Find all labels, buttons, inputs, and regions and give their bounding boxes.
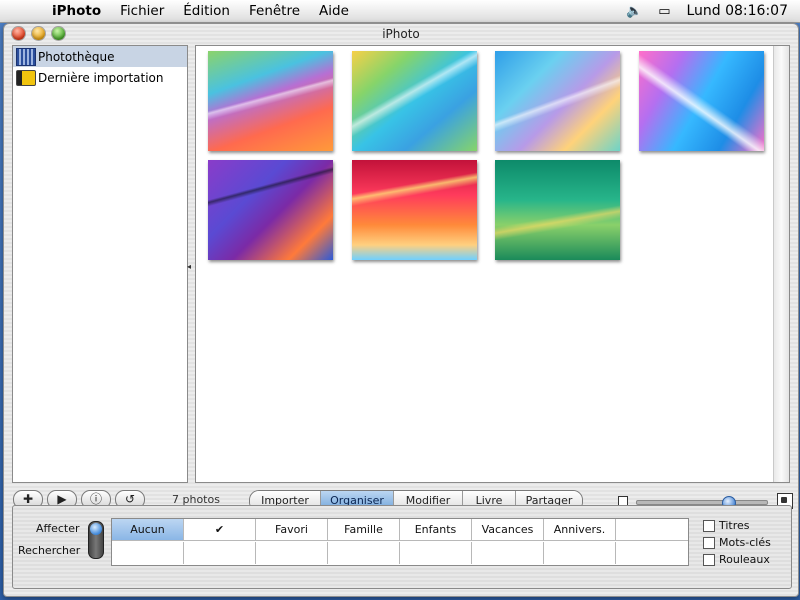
- source-item-library[interactable]: Photothèque: [13, 46, 187, 67]
- keyword-empty-cell[interactable]: [472, 542, 544, 564]
- plus-icon: ✚: [22, 492, 34, 506]
- checkbox-label: Rouleaux: [719, 553, 770, 566]
- info-icon: ⓘ: [89, 492, 102, 506]
- keyword-favori[interactable]: Favori: [256, 519, 328, 541]
- photo-thumbnail[interactable]: [639, 51, 764, 151]
- menu-aide[interactable]: Aide: [319, 3, 349, 19]
- menu-bar: iPhoto Fichier Édition Fenêtre Aide 🔈 ▭ …: [0, 0, 800, 23]
- assign-search-toggle[interactable]: [88, 521, 104, 559]
- checkbox-box[interactable]: [703, 536, 715, 549]
- checkbox-box[interactable]: [703, 553, 715, 566]
- keyword-panel: Affecter Rechercher Aucun ✔ Favori Famil…: [12, 505, 792, 589]
- source-item-label: Photothèque: [38, 49, 115, 64]
- menu-fenetre[interactable]: Fenêtre: [249, 3, 300, 19]
- checkbox-label: Mots-clés: [719, 536, 771, 549]
- iphoto-window: iPhoto Photothèque Dernière importation …: [3, 23, 799, 597]
- checkbox-box[interactable]: [703, 519, 715, 532]
- photo-thumbnail[interactable]: [495, 51, 620, 151]
- source-list: Photothèque Dernière importation: [12, 45, 188, 483]
- checkbox-rouleaux[interactable]: Rouleaux: [703, 553, 770, 566]
- photo-thumbnail[interactable]: [495, 160, 620, 260]
- keyword-famille[interactable]: Famille: [328, 519, 400, 541]
- keyword-empty[interactable]: [616, 519, 688, 541]
- keyword-aucun[interactable]: Aucun: [112, 519, 184, 541]
- photo-thumbnail[interactable]: [208, 160, 333, 260]
- film-roll-icon: [16, 69, 36, 86]
- keyword-empty-cell[interactable]: [400, 542, 472, 564]
- keyword-enfants[interactable]: Enfants: [400, 519, 472, 541]
- photo-browser: [195, 45, 790, 483]
- menu-app[interactable]: iPhoto: [52, 3, 101, 19]
- keyword-grid: Aucun ✔ Favori Famille Enfants Vacances …: [111, 518, 689, 566]
- search-label: Rechercher: [18, 544, 81, 557]
- keyword-empty-cell[interactable]: [112, 542, 184, 564]
- volume-icon[interactable]: 🔈: [626, 4, 642, 19]
- menu-fichier[interactable]: Fichier: [120, 3, 164, 19]
- menu-clock[interactable]: Lund 08:16:07: [686, 3, 788, 19]
- vertical-scrollbar[interactable]: [773, 46, 789, 482]
- display-icon[interactable]: ▭: [658, 4, 670, 19]
- keyword-empty-cell[interactable]: [544, 542, 616, 564]
- rotate-icon: ↺: [124, 492, 136, 506]
- keyword-empty-cell[interactable]: [616, 542, 688, 564]
- window-title: iPhoto: [382, 27, 420, 41]
- play-icon: ▶: [57, 492, 67, 506]
- toggle-knob[interactable]: [90, 523, 102, 535]
- library-icon: [16, 47, 36, 66]
- keyword-empty-cell[interactable]: [184, 542, 256, 564]
- source-item-last-import[interactable]: Dernière importation: [13, 67, 187, 88]
- title-bar[interactable]: iPhoto: [4, 24, 798, 44]
- photo-thumbnail[interactable]: [352, 160, 477, 260]
- keyword-anniversaire[interactable]: Annivers.: [544, 519, 616, 541]
- photo-thumbnail[interactable]: [352, 51, 477, 151]
- checkbox-mots-cles[interactable]: Mots-clés: [703, 536, 771, 549]
- menu-edition[interactable]: Édition: [183, 3, 230, 19]
- checkbox-label: Titres: [719, 519, 750, 532]
- source-item-label: Dernière importation: [38, 70, 164, 85]
- checkbox-titres[interactable]: Titres: [703, 519, 750, 532]
- keyword-vacances[interactable]: Vacances: [472, 519, 544, 541]
- keyword-empty-cell[interactable]: [328, 542, 400, 564]
- photo-thumbnail[interactable]: [208, 51, 333, 151]
- keyword-checkmark[interactable]: ✔: [184, 519, 256, 541]
- splitter-handle-icon[interactable]: ◂: [187, 262, 191, 271]
- assign-label: Affecter: [36, 522, 80, 535]
- keyword-empty-cell[interactable]: [256, 542, 328, 564]
